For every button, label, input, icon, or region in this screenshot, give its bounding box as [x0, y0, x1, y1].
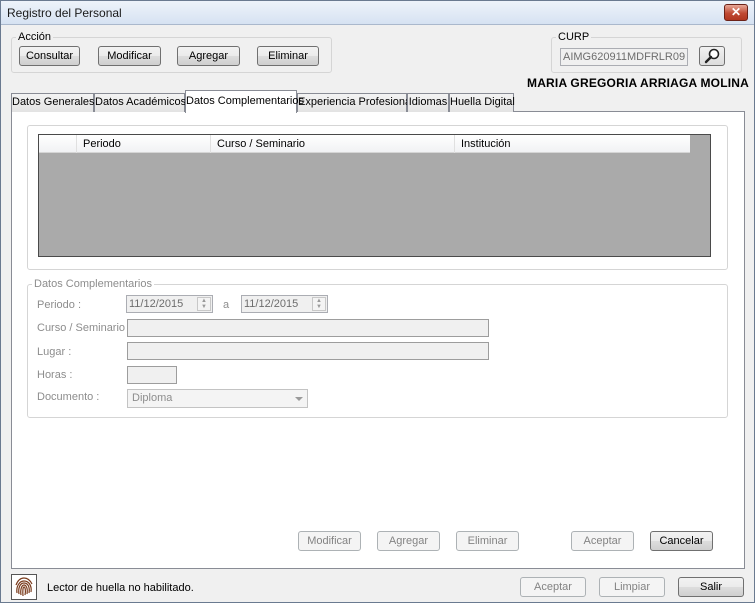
grid-header-selector	[39, 135, 77, 153]
grid-header-periodo[interactable]: Periodo	[77, 135, 211, 153]
tab-huella-digital[interactable]: Huella Digital	[449, 93, 515, 112]
data-grid[interactable]: Periodo Curso / Seminario Institución	[38, 134, 711, 257]
datos-complementarios-legend: Datos Complementarios	[34, 278, 152, 290]
fecha-fin-picker[interactable]: 11/12/2015 ▲ ▼	[241, 295, 328, 313]
footer-aceptar-button[interactable]: Aceptar	[520, 577, 586, 597]
fecha-inicio-value: 11/12/2015	[129, 298, 184, 310]
tab-idiomas[interactable]: Idiomas	[407, 93, 449, 112]
tab-datos-generales[interactable]: Datos Generales	[11, 93, 95, 112]
lugar-input[interactable]	[127, 342, 489, 360]
grid-header-institucion[interactable]: Institución	[455, 135, 690, 153]
consultar-button[interactable]: Consultar	[19, 46, 80, 66]
fecha-inicio-picker[interactable]: 11/12/2015 ▲ ▼	[126, 295, 213, 313]
curp-legend: CURP	[558, 31, 590, 43]
fecha-fin-value: 11/12/2015	[244, 298, 299, 310]
curp-input[interactable]: AIMG620911MDFRLR09	[560, 48, 688, 66]
eliminar-button[interactable]: Eliminar	[257, 46, 319, 66]
documento-value: Diploma	[132, 392, 173, 404]
lugar-label: Lugar :	[37, 346, 72, 358]
footer-limpiar-button[interactable]: Limpiar	[599, 577, 665, 597]
main-window: Registro del Personal ✕ Acción Consultar…	[0, 0, 755, 603]
documento-label: Documento :	[37, 391, 100, 403]
documento-select[interactable]: Diploma	[127, 389, 308, 408]
title-bar[interactable]: Registro del Personal ✕	[1, 1, 754, 25]
chevron-down-icon	[295, 397, 303, 401]
curso-input[interactable]	[127, 319, 489, 337]
tab-experiencia-profesional[interactable]: Experiencia Profesional	[297, 93, 414, 112]
footer-salir-button[interactable]: Salir	[678, 577, 744, 597]
panel-cancelar-button[interactable]: Cancelar	[650, 531, 713, 551]
periodo-separator: a	[223, 299, 230, 311]
tab-datos-complementarios[interactable]: Datos Complementarios	[185, 90, 304, 113]
accion-legend: Acción	[18, 31, 52, 43]
grid-header-curso[interactable]: Curso / Seminario	[211, 135, 455, 153]
curso-label: Curso / Seminario :	[37, 322, 132, 334]
agregar-button[interactable]: Agregar	[177, 46, 240, 66]
fingerprint-icon	[11, 574, 37, 600]
tab-datos-academicos[interactable]: Datos Académicos	[94, 93, 186, 112]
window-title: Registro del Personal	[7, 6, 122, 20]
panel-modificar-button[interactable]: Modificar	[298, 531, 361, 551]
search-icon	[704, 48, 720, 64]
panel-aceptar-button[interactable]: Aceptar	[571, 531, 634, 551]
grid-header: Periodo Curso / Seminario Institución	[39, 135, 690, 153]
close-button[interactable]: ✕	[724, 4, 748, 21]
panel-agregar-button[interactable]: Agregar	[377, 531, 440, 551]
status-text: Lector de huella no habilitado.	[47, 582, 194, 594]
modificar-button[interactable]: Modificar	[98, 46, 161, 66]
horas-input[interactable]	[127, 366, 177, 384]
curp-search-button[interactable]	[699, 46, 725, 66]
horas-label: Horas :	[37, 369, 73, 381]
person-name: MARIA GREGORIA ARRIAGA MOLINA	[527, 76, 750, 90]
periodo-label: Periodo :	[37, 299, 82, 311]
panel-eliminar-button[interactable]: Eliminar	[456, 531, 519, 551]
fecha-fin-spinner[interactable]: ▲ ▼	[312, 297, 326, 311]
fecha-inicio-spinner[interactable]: ▲ ▼	[197, 297, 211, 311]
